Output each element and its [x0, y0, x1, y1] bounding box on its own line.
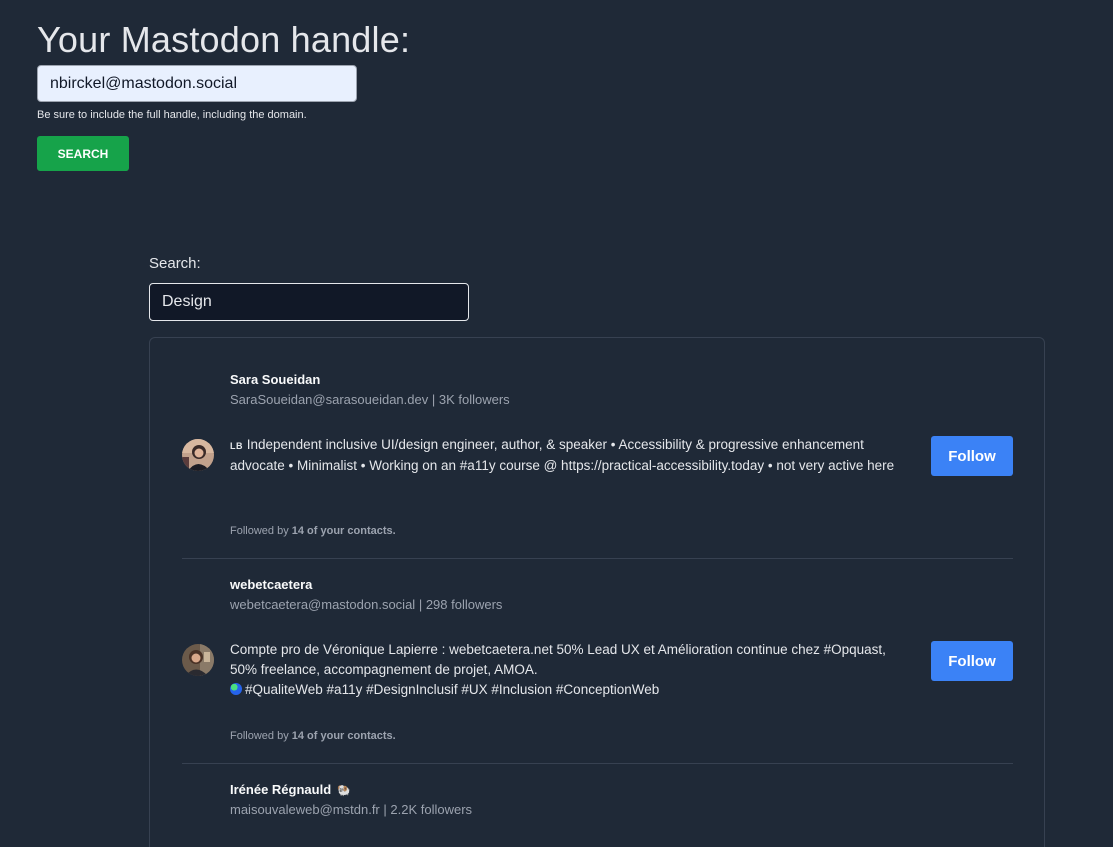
result-followers: 2.2K followers	[390, 802, 473, 817]
bio-tag: LB	[230, 441, 243, 451]
result-handle: maisouvaleweb@mstdn.fr | 2.2K followers	[230, 802, 472, 817]
search-button[interactable]: SEARCH	[37, 136, 129, 171]
filter-label: Search:	[149, 255, 201, 272]
avatar-image	[182, 439, 214, 471]
handle-separator: |	[418, 597, 423, 612]
result-bio-hashtags: #QualiteWeb #a11y #DesignInclusif #UX #I…	[245, 682, 660, 697]
result-bio: Compte pro de Véronique Lapierre : webet…	[230, 640, 910, 700]
avatar	[182, 644, 214, 676]
result-item: webetcaetera webetcaetera@mastodon.socia…	[182, 577, 1013, 764]
handle-hint: Be sure to include the full handle, incl…	[37, 109, 307, 121]
result-name: Irénée Régnauld 🐏	[230, 782, 351, 797]
result-handle: SaraSoueidan@sarasoueidan.dev | 3K follo…	[230, 392, 510, 407]
mastodon-handle-input[interactable]	[37, 65, 357, 102]
results-panel: Sara Soueidan SaraSoueidan@sarasoueidan.…	[149, 337, 1045, 847]
result-handle-text: webetcaetera@mastodon.social	[230, 597, 416, 612]
result-followed-by: Followed by 14 of your contacts.	[230, 525, 396, 537]
result-item: Irénée Régnauld 🐏 maisouvaleweb@mstdn.fr …	[182, 782, 1013, 847]
avatar	[182, 439, 214, 471]
avatar-image	[182, 644, 214, 676]
handle-separator: |	[431, 392, 436, 407]
result-followers: 3K followers	[438, 392, 510, 407]
page-title: Your Mastodon handle:	[37, 19, 411, 60]
result-bio: LB Independent inclusive UI/design engin…	[230, 435, 910, 476]
result-handle-text: SaraSoueidan@sarasoueidan.dev	[230, 392, 429, 407]
followed-by-count: 14 of your contacts.	[291, 730, 396, 742]
followed-by-count: 14 of your contacts.	[291, 525, 396, 537]
followed-by-label: Followed by	[230, 525, 289, 537]
result-handle-text: maisouvaleweb@mstdn.fr	[230, 802, 380, 817]
result-name: webetcaetera	[230, 577, 313, 592]
globe-icon	[230, 683, 242, 695]
result-item: Sara Soueidan SaraSoueidan@sarasoueidan.…	[182, 372, 1013, 559]
result-bio-text: Compte pro de Véronique Lapierre : webet…	[230, 642, 886, 677]
result-followed-by: Followed by 14 of your contacts.	[230, 730, 396, 742]
page: Your Mastodon handle: Be sure to include…	[0, 0, 1113, 847]
result-handle: webetcaetera@mastodon.social | 298 follo…	[230, 597, 502, 612]
follow-button[interactable]: Follow	[931, 436, 1013, 476]
result-name: Sara Soueidan	[230, 372, 321, 387]
bird-icon: 🐏	[337, 785, 351, 797]
result-name-text: Irénée Régnauld	[230, 782, 332, 797]
followed-by-label: Followed by	[230, 730, 289, 742]
handle-separator: |	[383, 802, 387, 817]
result-followers: 298 followers	[425, 597, 503, 612]
filter-input[interactable]	[149, 283, 469, 321]
result-bio-text: Independent inclusive UI/design engineer…	[230, 437, 895, 473]
follow-button[interactable]: Follow	[931, 641, 1013, 681]
